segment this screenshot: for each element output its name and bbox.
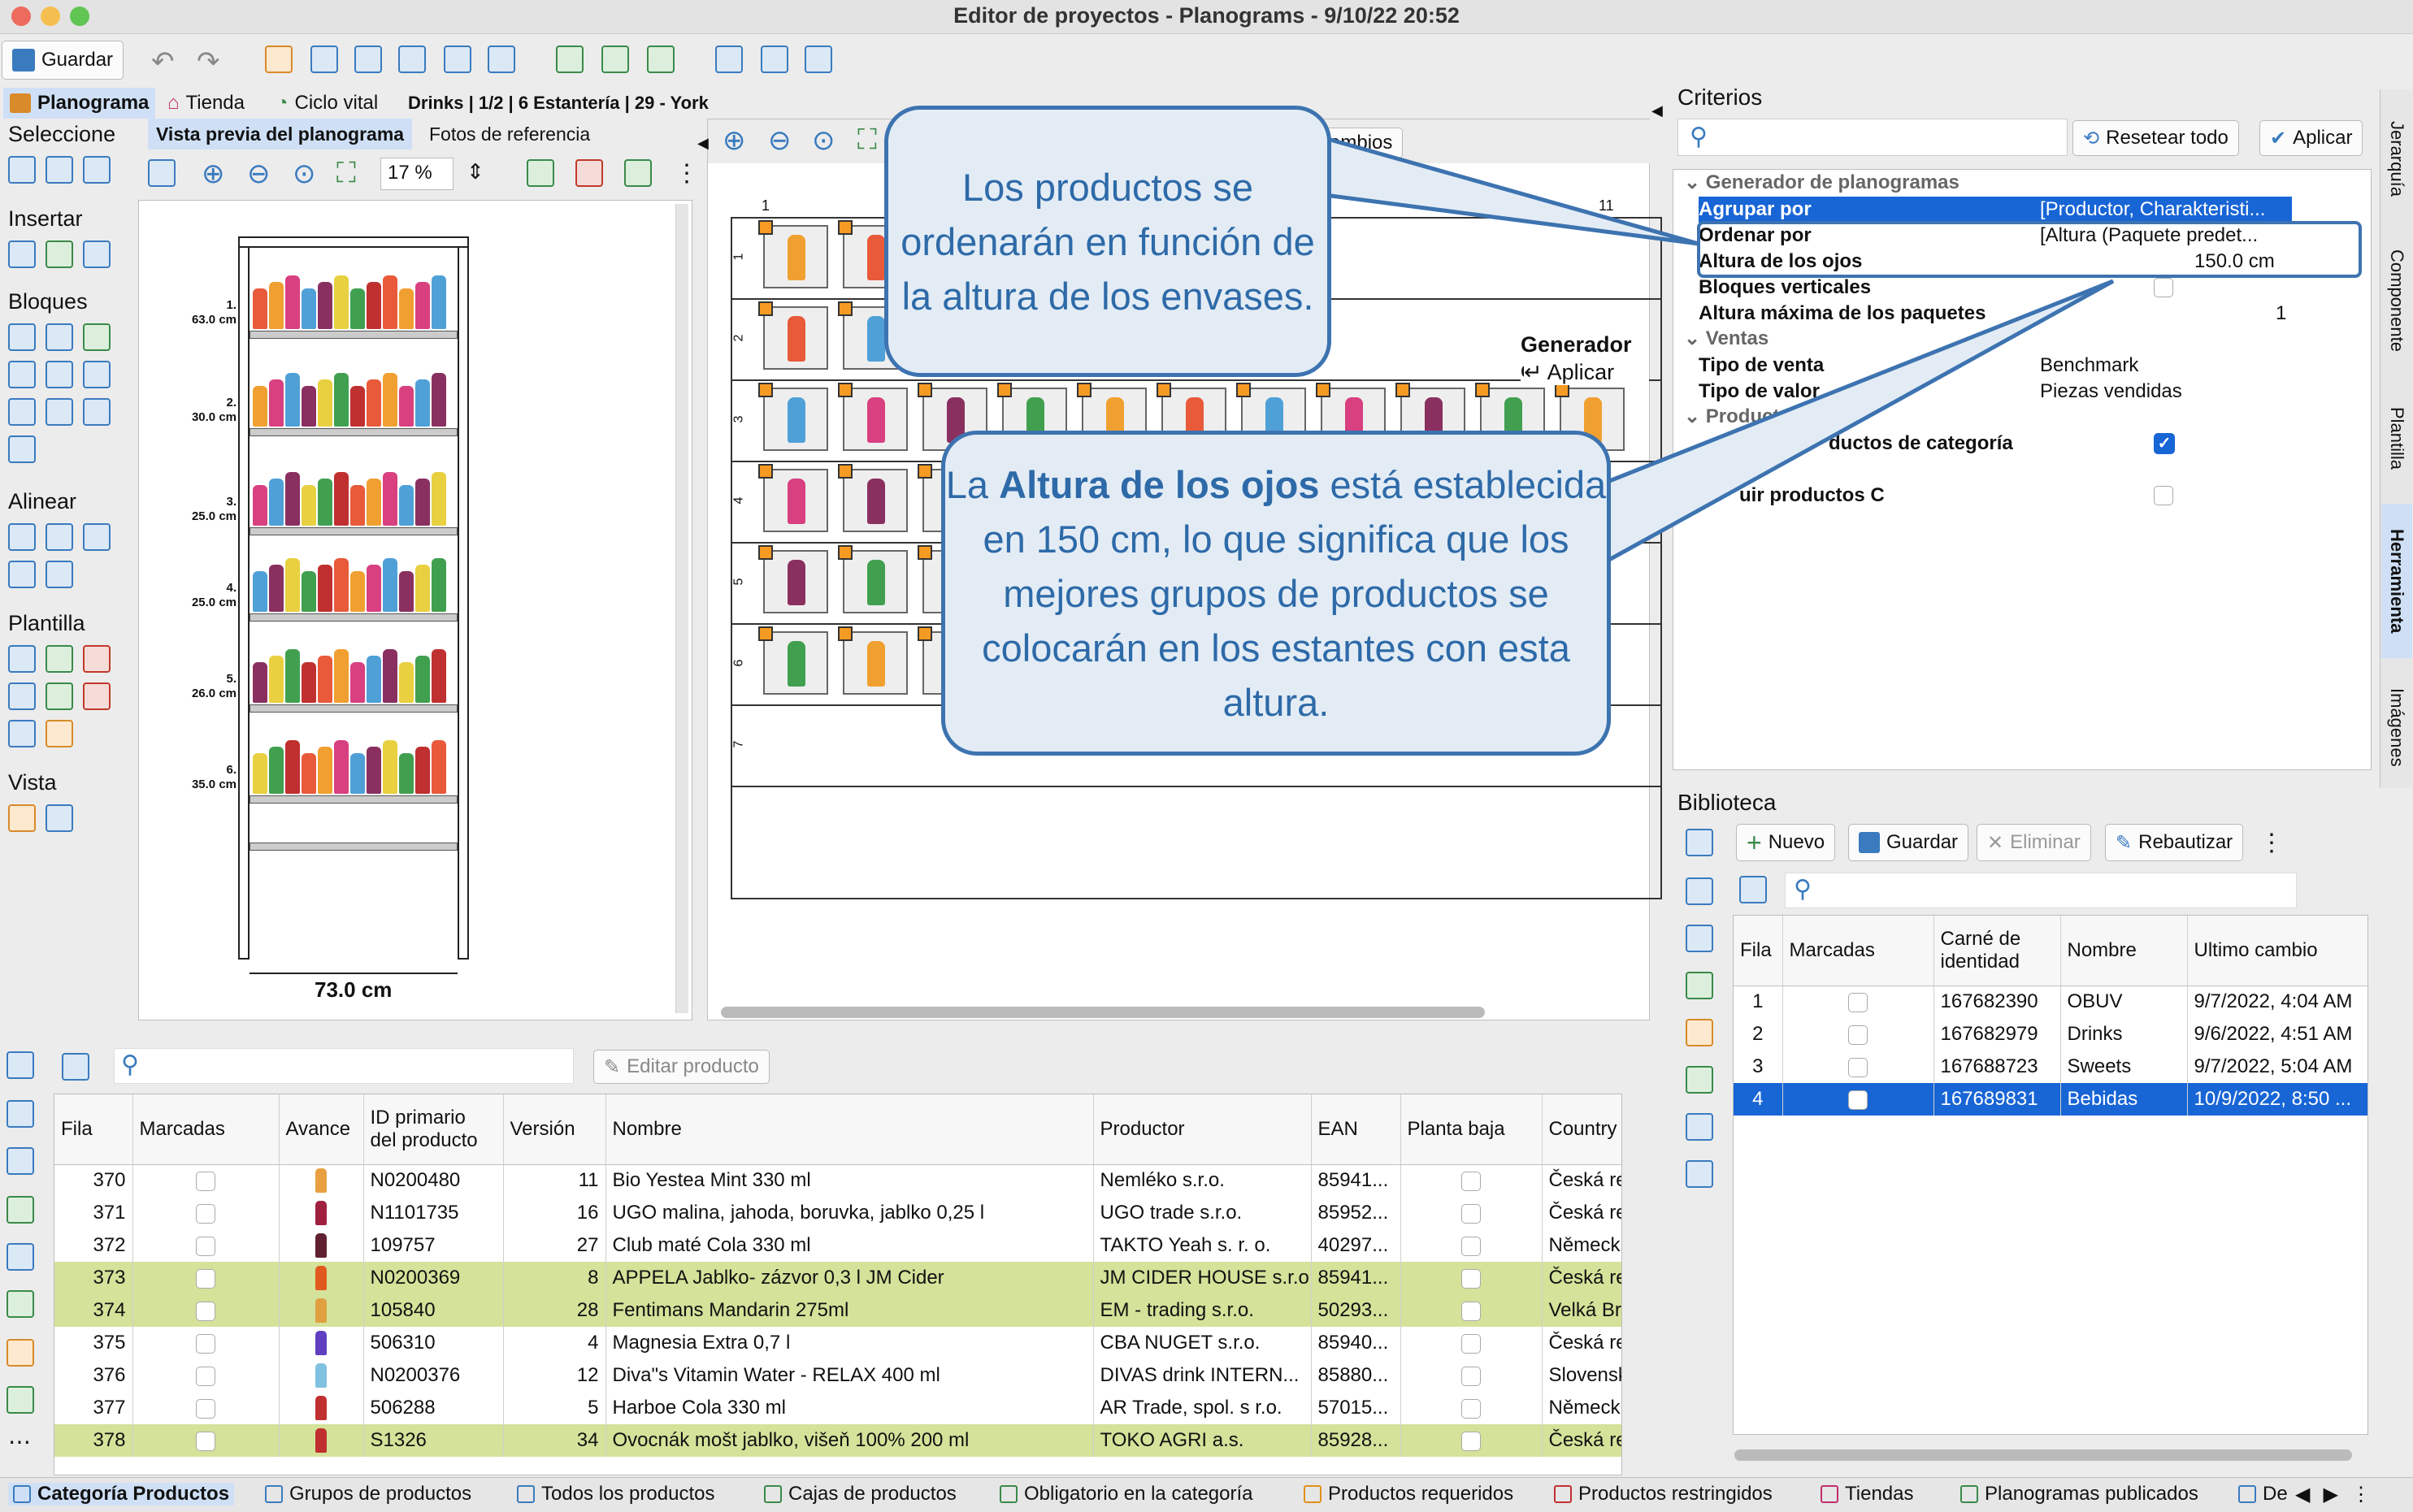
callout-bottom-pointer xyxy=(1591,279,2115,573)
callout-ordering: Los productos se ordenarán en función de… xyxy=(884,106,1331,377)
callout-top-pointer xyxy=(1322,135,1699,246)
callout-eye-height: La Altura de los ojos está establecida e… xyxy=(941,431,1611,756)
